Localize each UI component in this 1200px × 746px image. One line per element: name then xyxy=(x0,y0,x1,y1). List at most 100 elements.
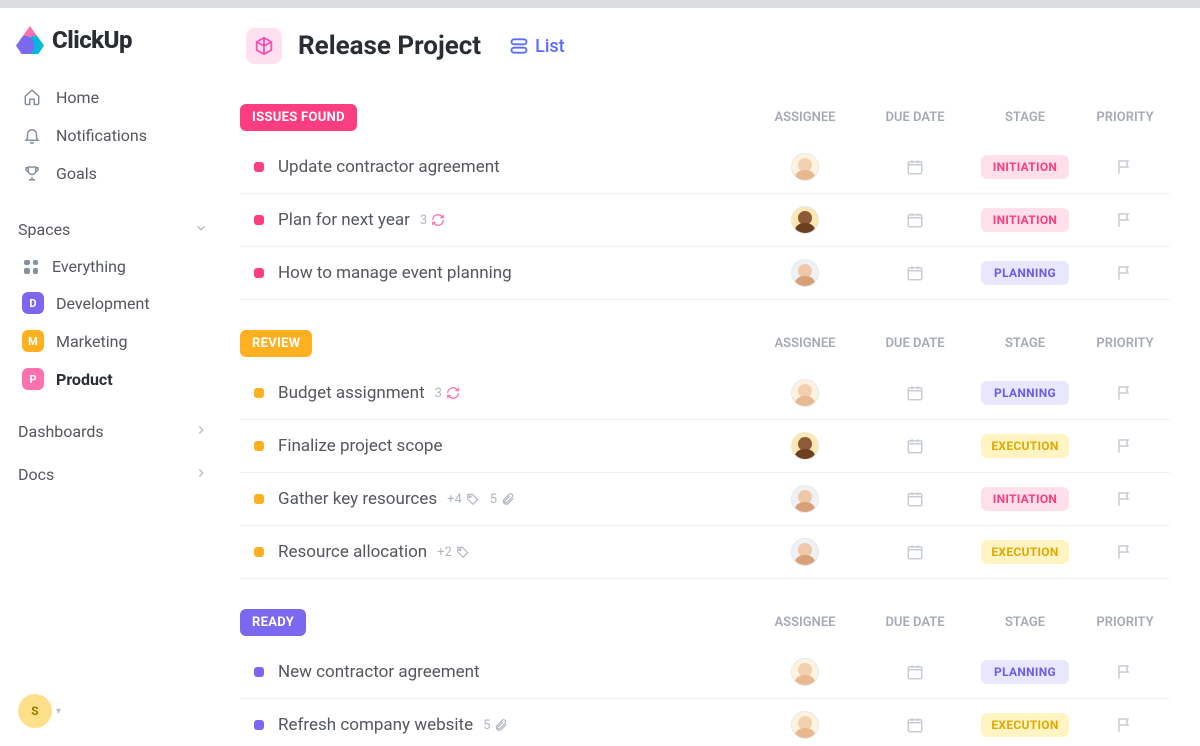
status-pill[interactable]: ISSUES FOUND xyxy=(240,104,357,131)
sidebar-item-goals[interactable]: Goals xyxy=(14,154,216,192)
col-stage[interactable]: STAGE xyxy=(970,615,1080,630)
subtask-count: 3 xyxy=(420,213,445,228)
task-row[interactable]: Gather key resources+4 5 INITIATION xyxy=(240,473,1170,526)
status-pill[interactable]: REVIEW xyxy=(240,330,312,357)
sidebar-item-dashboards[interactable]: Dashboards xyxy=(14,410,216,453)
priority-cell[interactable] xyxy=(1080,716,1170,734)
status-pill[interactable]: READY xyxy=(240,609,306,636)
stage-badge[interactable]: PLANNING xyxy=(981,381,1069,405)
stage-badge[interactable]: INITIATION xyxy=(981,155,1069,179)
task-row[interactable]: How to manage event planningPLANNING xyxy=(240,247,1170,300)
bell-icon xyxy=(22,125,42,145)
task-title: Update contractor agreement xyxy=(278,157,500,177)
trophy-icon xyxy=(22,163,42,183)
assignee-avatar[interactable] xyxy=(791,259,819,287)
task-row[interactable]: Finalize project scope EXECUTION xyxy=(240,420,1170,473)
task-title: Plan for next year xyxy=(278,210,410,230)
group-header: ISSUES FOUND ASSIGNEEDUE DATESTAGEPRIORIT… xyxy=(240,104,1170,141)
due-date-cell[interactable] xyxy=(860,437,970,455)
assignee-avatar[interactable] xyxy=(791,379,819,407)
space-badge: D xyxy=(22,292,44,314)
assignee-avatar[interactable] xyxy=(791,711,819,739)
col-due-date[interactable]: DUE DATE xyxy=(860,336,970,351)
group-issues-found: ISSUES FOUND ASSIGNEEDUE DATESTAGEPRIORIT… xyxy=(240,104,1170,300)
sidebar-item-home[interactable]: Home xyxy=(14,78,216,116)
col-priority[interactable]: PRIORITY xyxy=(1080,336,1170,351)
task-row[interactable]: Resource allocation+2 EXECUTION xyxy=(240,526,1170,579)
col-assignee[interactable]: ASSIGNEE xyxy=(750,110,860,125)
attachment-count: 5 xyxy=(483,718,508,733)
spaces-header[interactable]: Spaces xyxy=(14,210,216,249)
col-assignee[interactable]: ASSIGNEE xyxy=(750,615,860,630)
app-logo[interactable]: ClickUp xyxy=(16,26,216,54)
task-row[interactable]: Refresh company website 5 EXECUTION xyxy=(240,699,1170,746)
group-header: REVIEW ASSIGNEEDUE DATESTAGEPRIORITY xyxy=(240,330,1170,367)
col-priority[interactable]: PRIORITY xyxy=(1080,110,1170,125)
priority-cell[interactable] xyxy=(1080,211,1170,229)
task-row[interactable]: Update contractor agreement INITIATION xyxy=(240,141,1170,194)
priority-cell[interactable] xyxy=(1080,663,1170,681)
task-title: Finalize project scope xyxy=(278,436,443,456)
col-stage[interactable]: STAGE xyxy=(970,336,1080,351)
priority-cell[interactable] xyxy=(1080,490,1170,508)
priority-cell[interactable] xyxy=(1080,158,1170,176)
sidebar-space-marketing[interactable]: MMarketing xyxy=(14,322,216,360)
view-switcher-list[interactable]: List xyxy=(509,36,565,57)
sidebar-space-development[interactable]: DDevelopment xyxy=(14,284,216,322)
assignee-avatar[interactable] xyxy=(791,432,819,460)
task-row[interactable]: Budget assignment3 PLANNING xyxy=(240,367,1170,420)
everything-label: Everything xyxy=(52,257,126,276)
stage-badge[interactable]: INITIATION xyxy=(981,487,1069,511)
due-date-cell[interactable] xyxy=(860,490,970,508)
sidebar-space-product[interactable]: PProduct xyxy=(14,360,216,398)
assignee-avatar[interactable] xyxy=(791,485,819,513)
assignee-avatar[interactable] xyxy=(791,538,819,566)
user-menu[interactable]: S ▾ xyxy=(18,694,61,728)
task-row[interactable]: Plan for next year 3 INITIATION xyxy=(240,194,1170,247)
status-dot xyxy=(254,667,264,677)
col-due-date[interactable]: DUE DATE xyxy=(860,615,970,630)
priority-cell[interactable] xyxy=(1080,543,1170,561)
due-date-cell[interactable] xyxy=(860,158,970,176)
priority-cell[interactable] xyxy=(1080,264,1170,282)
assignee-avatar[interactable] xyxy=(791,153,819,181)
stage-badge[interactable]: EXECUTION xyxy=(981,434,1069,458)
col-assignee[interactable]: ASSIGNEE xyxy=(750,336,860,351)
stage-badge[interactable]: EXECUTION xyxy=(981,540,1069,564)
priority-cell[interactable] xyxy=(1080,437,1170,455)
due-date-cell[interactable] xyxy=(860,663,970,681)
task-row[interactable]: New contractor agreement PLANNING xyxy=(240,646,1170,699)
nav-label: Home xyxy=(56,88,99,107)
due-date-cell[interactable] xyxy=(860,384,970,402)
task-title: New contractor agreement xyxy=(278,662,480,682)
priority-cell[interactable] xyxy=(1080,384,1170,402)
group-review: REVIEW ASSIGNEEDUE DATESTAGEPRIORITY Budge… xyxy=(240,330,1170,579)
sidebar-item-notifications[interactable]: Notifications xyxy=(14,116,216,154)
status-dot xyxy=(254,268,264,278)
tag-count: +4 xyxy=(447,492,480,507)
status-dot xyxy=(254,547,264,557)
due-date-cell[interactable] xyxy=(860,264,970,282)
home-icon xyxy=(22,87,42,107)
assignee-avatar[interactable] xyxy=(791,658,819,686)
tag-count: +2 xyxy=(437,545,470,560)
assignee-avatar[interactable] xyxy=(791,206,819,234)
sidebar-item-docs[interactable]: Docs xyxy=(14,453,216,496)
due-date-cell[interactable] xyxy=(860,543,970,561)
stage-badge[interactable]: EXECUTION xyxy=(981,713,1069,737)
task-title: Refresh company website xyxy=(278,715,473,735)
nav-label: Goals xyxy=(56,164,97,183)
stage-badge[interactable]: PLANNING xyxy=(981,261,1069,285)
due-date-cell[interactable] xyxy=(860,211,970,229)
col-due-date[interactable]: DUE DATE xyxy=(860,110,970,125)
stage-badge[interactable]: INITIATION xyxy=(981,208,1069,232)
stage-badge[interactable]: PLANNING xyxy=(981,660,1069,684)
sidebar-item-everything[interactable]: Everything xyxy=(14,249,216,284)
caret-down-icon: ▾ xyxy=(56,706,61,717)
project-icon[interactable] xyxy=(246,28,282,64)
due-date-cell[interactable] xyxy=(860,716,970,734)
col-stage[interactable]: STAGE xyxy=(970,110,1080,125)
space-label: Marketing xyxy=(56,332,127,351)
col-priority[interactable]: PRIORITY xyxy=(1080,615,1170,630)
page-header: Release Project List xyxy=(240,28,1170,64)
